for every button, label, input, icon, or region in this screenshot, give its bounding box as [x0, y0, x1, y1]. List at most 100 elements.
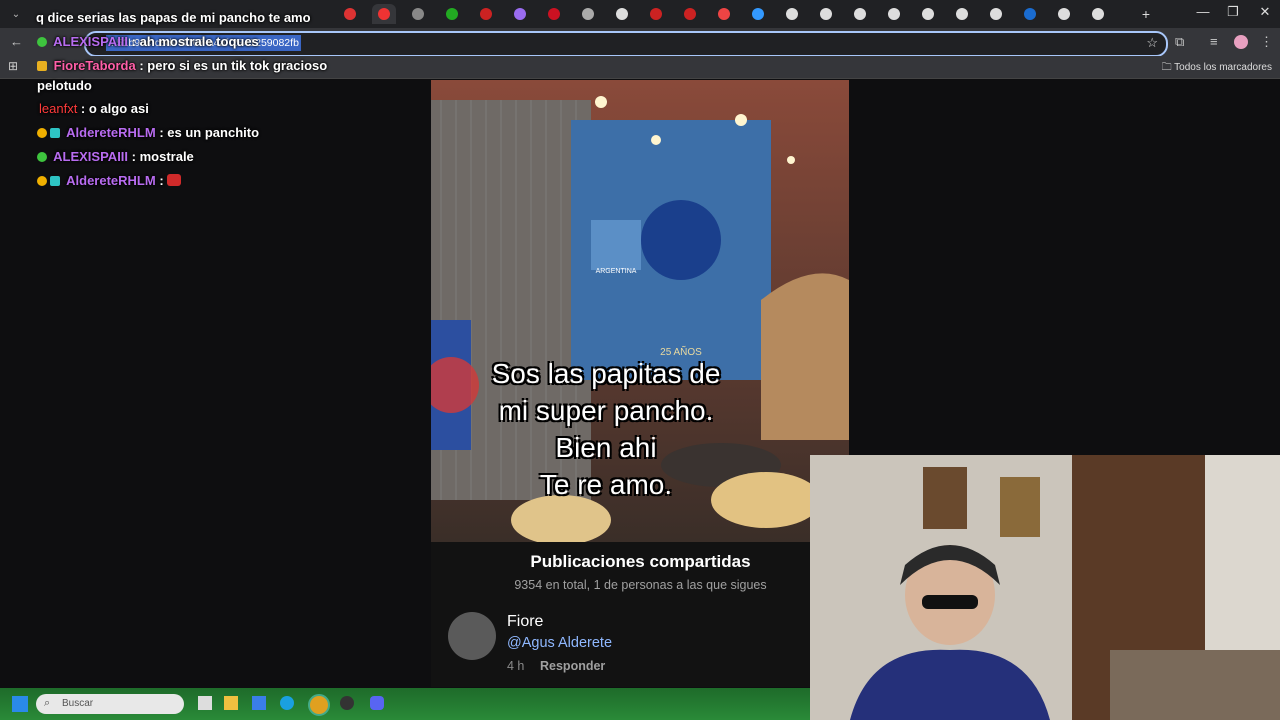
tab-favicon-icon [1092, 8, 1104, 20]
star-bookmark-icon[interactable]: ☆ [1146, 35, 1158, 51]
wall-poster [1000, 477, 1040, 537]
sunglasses [922, 595, 978, 609]
close-window-icon[interactable]: ✕ [1250, 4, 1280, 20]
chat-message: FioreTaborda : pero si es un tik tok gra… [37, 58, 327, 73]
webcam-overlay [810, 455, 1280, 720]
menu-kebab-icon[interactable]: ⋮ [1260, 34, 1273, 50]
tab-favicon-icon [650, 8, 662, 20]
tab-favicon-icon [854, 8, 866, 20]
browser-tab[interactable] [508, 4, 532, 24]
chat-username: AldereteRHLM [66, 173, 156, 188]
browser-tab[interactable] [950, 4, 974, 24]
file-explorer-icon[interactable] [224, 696, 238, 710]
stream-chat-overlay: q dice serias las papas de mi pancho te … [0, 0, 430, 200]
browser-tab[interactable] [644, 4, 668, 24]
argentina-sign-text: ARGENTINA [596, 268, 637, 275]
sub-badge-icon [50, 176, 60, 186]
bed [1110, 650, 1280, 720]
bits-badge-icon [37, 128, 47, 138]
profile-avatar[interactable] [1234, 35, 1248, 49]
tab-favicon-icon [1058, 8, 1070, 20]
browser-tab[interactable] [678, 4, 702, 24]
commenter-avatar[interactable] [448, 612, 496, 660]
video-caption-line: mi super pancho. [498, 395, 714, 426]
panel-title: Publicaciones compartidas [530, 552, 751, 571]
tab-favicon-icon [446, 8, 458, 20]
tab-favicon-icon [616, 8, 628, 20]
chat-message: AldereteRHLM : [37, 173, 182, 188]
chat-message: ALEXISPAIII : ah mostrale toques [37, 34, 259, 49]
discord-icon[interactable] [370, 696, 384, 710]
browser-tab[interactable] [542, 4, 566, 24]
browser-tab[interactable] [610, 4, 634, 24]
video-caption-line: Sos las papitas de [491, 358, 721, 389]
browser-tab[interactable] [780, 4, 804, 24]
sub-badge-icon [37, 61, 47, 71]
edge-icon[interactable] [280, 696, 294, 710]
browser-tab[interactable] [1052, 4, 1076, 24]
bits-badge-icon [37, 176, 47, 186]
browser-tab[interactable] [1086, 4, 1110, 24]
tab-favicon-icon [514, 8, 526, 20]
browser-tab[interactable] [474, 4, 498, 24]
comment-timestamp: 4 h [507, 659, 525, 673]
video-caption-line: Bien ahi [555, 432, 657, 463]
browser-tab[interactable] [440, 4, 464, 24]
tab-favicon-icon [990, 8, 1002, 20]
media-icon[interactable]: ≡ [1210, 34, 1218, 49]
chrome-icon[interactable] [308, 694, 330, 716]
tab-favicon-icon [684, 8, 696, 20]
browser-tab[interactable] [1018, 4, 1042, 24]
minimize-icon[interactable]: — [1188, 4, 1218, 19]
taskbar-search[interactable]: ⌕ Buscar [36, 694, 184, 714]
browser-tab[interactable] [848, 4, 872, 24]
tab-favicon-icon [956, 8, 968, 20]
browser-tab[interactable] [576, 4, 600, 24]
tab-favicon-icon [582, 8, 594, 20]
mural-anniversary-text: 25 AÑOS [660, 345, 702, 358]
panel-subtitle: 9354 en total, 1 de personas a las que s… [514, 578, 767, 592]
browser-tab[interactable] [712, 4, 736, 24]
chat-message: AldereteRHLM : es un panchito [37, 125, 259, 140]
windows-taskbar: ⌕ Buscar [0, 688, 810, 720]
chat-username: AldereteRHLM [66, 125, 156, 140]
search-icon: ⌕ [44, 697, 51, 709]
tiktok-video[interactable]: ARGENTINA 25 AÑOS Sos las papitas de mi … [431, 80, 849, 542]
browser-tab[interactable] [984, 4, 1008, 24]
verified-badge-icon [37, 37, 47, 47]
chat-message: ALEXISPAIII : mostrale [37, 149, 194, 164]
store-icon[interactable] [252, 696, 266, 710]
comment-author[interactable]: Fiore [507, 613, 543, 631]
tab-favicon-icon [548, 8, 560, 20]
shared-posts-panel: Publicaciones compartidas 9354 en total,… [431, 542, 810, 687]
restore-icon[interactable]: ❐ [1218, 4, 1248, 20]
tab-favicon-icon [820, 8, 832, 20]
chat-username: ALEXISPAIII [53, 149, 129, 164]
sub-badge-icon [50, 128, 60, 138]
wall-poster [923, 467, 967, 529]
tab-favicon-icon [786, 8, 798, 20]
browser-tab[interactable] [814, 4, 838, 24]
tab-favicon-icon [888, 8, 900, 20]
browser-tab[interactable] [882, 4, 906, 24]
browser-tab[interactable] [746, 4, 770, 24]
tab-favicon-icon [480, 8, 492, 20]
comment-mention-link[interactable]: @Agus Alderete [507, 635, 612, 651]
task-view-icon[interactable] [198, 696, 212, 710]
tab-favicon-icon [1024, 8, 1036, 20]
new-tab-plus-icon[interactable]: + [1134, 4, 1158, 24]
chat-message: q dice serias las papas de mi pancho te … [36, 10, 311, 25]
chat-username: leanfxt [39, 101, 78, 116]
chat-message: leanfxt : o algo asi [39, 101, 149, 116]
browser-tab[interactable] [916, 4, 940, 24]
extensions-icon[interactable]: ⧉ [1175, 34, 1184, 50]
reply-button[interactable]: Responder [540, 659, 605, 673]
obs-icon[interactable] [340, 696, 354, 710]
tab-favicon-icon [922, 8, 934, 20]
all-bookmarks-folder[interactable]: 🗀 Todos los marcadores [1162, 60, 1272, 77]
folder-icon: 🗀 [1161, 62, 1175, 73]
windows-start-icon[interactable] [12, 696, 28, 712]
webcam-scene [810, 455, 1280, 720]
mural-badge [641, 200, 721, 280]
tab-favicon-icon [752, 8, 764, 20]
